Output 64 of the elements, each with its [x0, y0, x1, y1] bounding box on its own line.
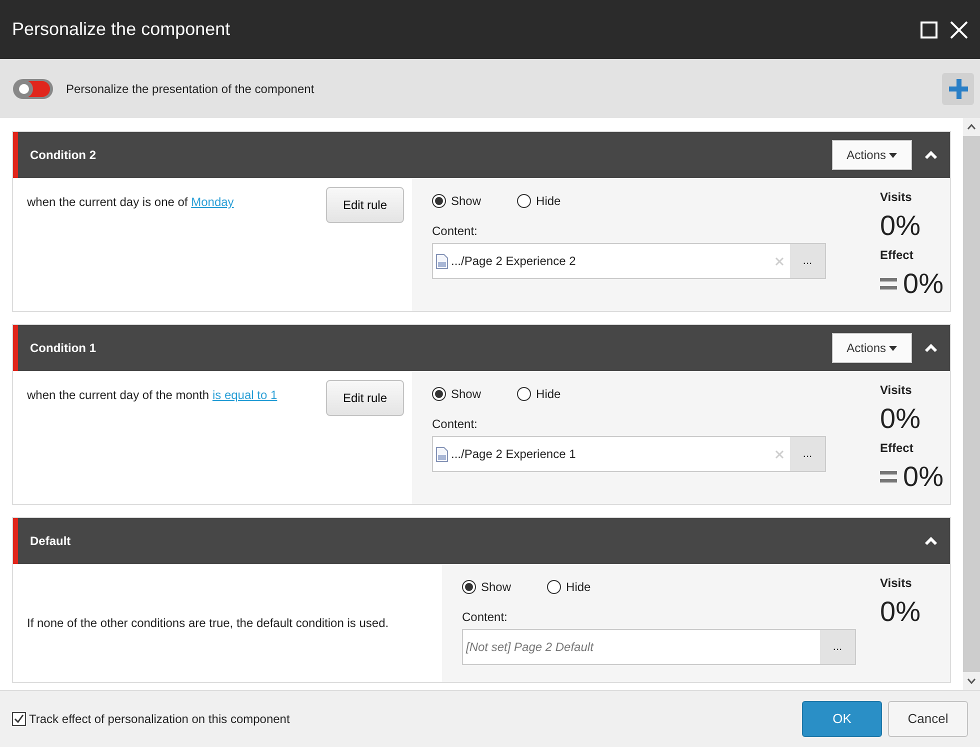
content-field[interactable]: [Not set] Page 2 Default ...	[462, 629, 856, 665]
panel-title: Condition 2	[30, 147, 97, 164]
window-title: Personalize the component	[12, 18, 232, 40]
effect-label: Effect	[880, 440, 914, 457]
checkbox-label[interactable]: Track effect of personalization on this component	[29, 710, 290, 728]
content-value: .../Page 2 Experience 1	[451, 446, 577, 463]
checkbox[interactable]	[12, 712, 26, 726]
effect-value: 0%	[903, 270, 944, 298]
browse-button[interactable]: ...	[790, 244, 825, 278]
radio-button[interactable]	[517, 194, 532, 208]
browse-button[interactable]: ...	[820, 630, 855, 664]
collapse-icon[interactable]	[924, 150, 938, 160]
content-field[interactable]: .../Page 2 Experience 2 ...	[432, 243, 826, 279]
content-label: Content:	[462, 609, 508, 626]
collapse-icon[interactable]	[924, 343, 938, 353]
maximize-icon[interactable]	[920, 20, 938, 38]
radio-button[interactable]	[547, 580, 562, 594]
radio-label[interactable]: Hide	[536, 192, 561, 210]
document-icon	[436, 254, 448, 268]
caret-icon	[889, 152, 897, 158]
close-icon[interactable]	[950, 20, 968, 38]
radio-button[interactable]	[432, 194, 446, 208]
cancel-button[interactable]: Cancel	[888, 701, 968, 737]
description-text: If none of the other conditions are true, the default condition is used.	[27, 615, 389, 632]
visits-label: Visits	[880, 575, 913, 592]
visits-value: 0%	[880, 212, 922, 240]
plus-icon	[948, 78, 968, 100]
content-label: Content:	[432, 223, 478, 240]
effect-value: 0%	[903, 463, 944, 491]
toggle-label: Personalize the presentation of the component	[66, 80, 316, 98]
ok-button[interactable]: OK	[802, 701, 882, 737]
caret-icon	[889, 346, 897, 350]
rule-text: when the current day of the month is equal to 1	[27, 387, 278, 404]
toggle-switch[interactable]	[12, 76, 54, 100]
add-button[interactable]	[942, 72, 974, 104]
radio-label[interactable]: Show	[451, 385, 482, 403]
content-label: Content:	[432, 416, 478, 433]
visits-label: Visits	[880, 189, 913, 206]
content-value: [Not set] Page 2 Default	[466, 639, 595, 656]
browse-button[interactable]: ...	[790, 437, 825, 471]
effect-label: Effect	[880, 247, 914, 264]
equal-icon	[880, 278, 897, 290]
radio-label[interactable]: Show	[451, 192, 482, 210]
equal-icon	[880, 471, 897, 483]
radio-button[interactable]	[462, 580, 476, 594]
content-value: .../Page 2 Experience 2	[451, 253, 577, 270]
panel-title: Condition 1	[30, 340, 97, 357]
panel-title: Default	[30, 533, 72, 550]
edit-rule-button[interactable]: Edit rule	[326, 187, 404, 223]
visits-label: Visits	[880, 382, 913, 399]
document-icon	[436, 446, 448, 462]
radio-label[interactable]: Show	[481, 578, 512, 596]
radio-label[interactable]: Hide	[536, 385, 561, 403]
radio-button[interactable]	[517, 387, 532, 401]
actions-dropdown[interactable]: Actions	[832, 140, 912, 170]
collapse-icon[interactable]	[924, 536, 938, 546]
content-field[interactable]: .../Page 2 Experience 1 ...	[432, 436, 826, 472]
actions-dropdown[interactable]: Actions	[832, 333, 912, 363]
edit-rule-button[interactable]: Edit rule	[326, 380, 404, 416]
radio-label[interactable]: Hide	[566, 578, 591, 596]
radio-button[interactable]	[432, 387, 446, 401]
visits-value: 0%	[880, 405, 922, 433]
visits-value: 0%	[880, 598, 922, 626]
rule-text: when the current day is one of Monday	[27, 194, 234, 211]
